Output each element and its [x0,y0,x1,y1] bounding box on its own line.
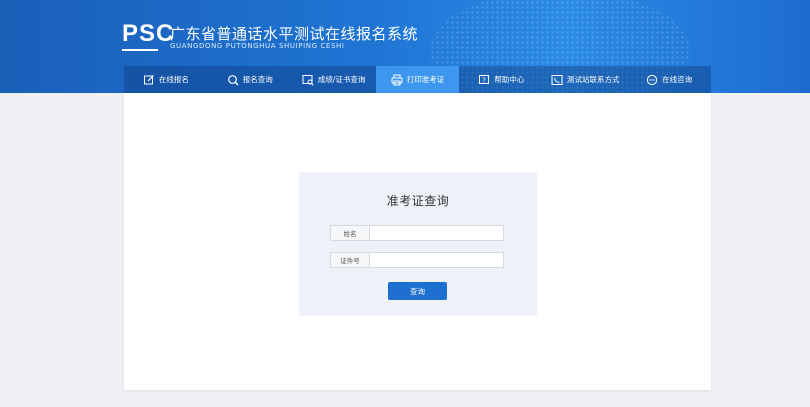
nav-item-test-station-contact[interactable]: 测试站联系方式 [543,66,627,93]
name-input[interactable] [370,225,504,241]
id-number-label: 证件号 [330,252,370,268]
admission-ticket-query-form: 准考证查询 姓名 证件号 查询 [299,172,537,316]
certificate-search-icon [302,74,314,86]
svg-text:?: ? [483,76,487,84]
site-subtitle: GUANGDONG PUTONGHUA SHUIPING CESHI [170,42,345,50]
form-title: 准考证查询 [386,194,450,208]
main-nav: 在线报名 报名查询 成绩/证书查询 打印准考证 ? 帮助中心 测试站联系方式 在… [124,66,711,93]
help-icon: ? [479,74,490,84]
nav-item-registration-query[interactable]: 报名查询 [208,66,292,93]
nav-item-online-consultation[interactable]: 在线咨询 [627,66,711,93]
edit-icon [143,74,154,84]
contact-card-icon [551,74,563,85]
psc-logo: PSC [122,20,174,51]
printer-icon [391,74,403,85]
name-row: 姓名 [330,225,504,241]
id-number-input[interactable] [370,252,504,268]
nav-item-online-registration[interactable]: 在线报名 [124,66,208,93]
name-label: 姓名 [330,225,370,241]
nav-item-score-certificate-query[interactable]: 成绩/证书查询 [292,66,376,93]
search-icon [227,74,239,85]
nav-item-print-admission-ticket[interactable]: 打印准考证 [375,66,460,93]
site-title: 广东省普通话水平测试在线报名系统 [170,25,419,43]
query-button[interactable]: 查询 [388,282,447,300]
site-header: PSC 广东省普通话水平测试在线报名系统 GUANGDONG PUTONGHUA… [0,0,810,93]
id-number-row: 证件号 [330,252,504,268]
content-panel: 准考证查询 姓名 证件号 查询 [124,93,711,390]
chat-icon [646,74,658,85]
nav-item-help-center[interactable]: ? 帮助中心 [459,66,543,93]
